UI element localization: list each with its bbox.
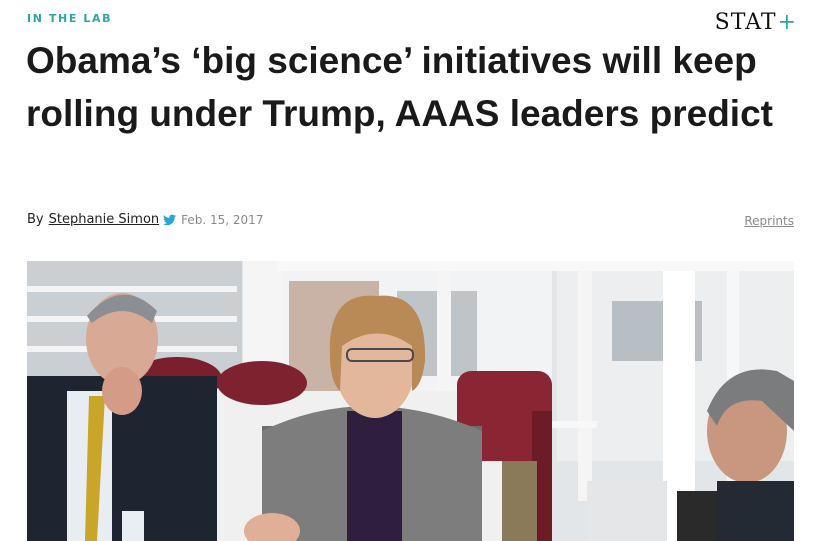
article-hero-photo: [27, 261, 794, 541]
stat-plus-logo[interactable]: STAT+: [715, 10, 797, 35]
author-link[interactable]: Stephanie Simon: [49, 212, 160, 227]
article-headline: Obama’s ‘big science’ initiatives will k…: [26, 40, 773, 134]
byline: By Stephanie Simon Feb. 15, 2017: [27, 212, 263, 227]
brand-plus: +: [777, 10, 797, 35]
publish-date: Feb. 15, 2017: [181, 212, 264, 227]
brand-text: STAT: [714, 10, 777, 35]
hero-photo-illustration: [27, 261, 794, 541]
section-kicker-link[interactable]: IN THE LAB: [27, 12, 112, 25]
twitter-icon[interactable]: [163, 214, 177, 226]
reprints-link[interactable]: Reprints: [744, 214, 794, 228]
byline-prefix: By: [27, 212, 44, 227]
